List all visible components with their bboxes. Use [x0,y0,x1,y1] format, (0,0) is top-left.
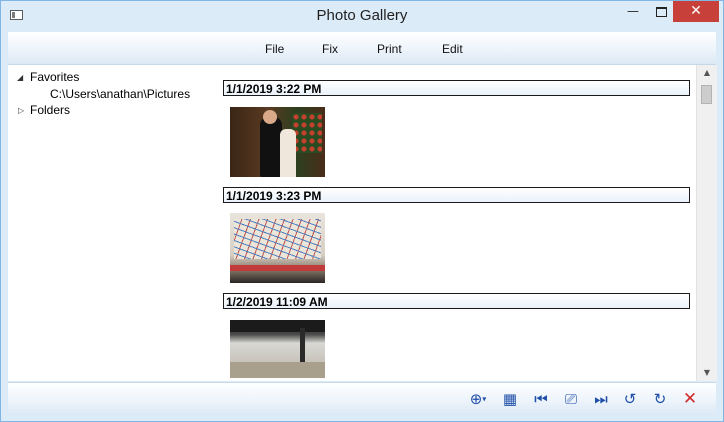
close-button[interactable]: ✕ [673,1,719,22]
minimize-button[interactable]: — [619,1,647,22]
photo-gallery-list: 1/1/2019 3:22 PM 1/1/2019 3:23 PM 1/2/20… [218,65,696,381]
photo-detail [230,362,325,378]
tree-item-favorites[interactable]: Favorites [30,70,79,84]
menu-file[interactable]: File [265,42,284,56]
photo-thumbnail[interactable] [230,213,325,283]
content-area: ◢ Favorites C:\Users\anathan\Pictures ▷ … [8,65,717,381]
menu-edit[interactable]: Edit [442,42,463,56]
photo-thumbnail[interactable] [230,320,325,378]
date-group-header: 1/1/2019 3:22 PM [223,80,690,96]
vertical-scrollbar[interactable]: ▲ ▼ [696,65,717,381]
photo-detail [292,113,322,153]
photo-thumbnail[interactable] [230,107,325,177]
menu-fix[interactable]: Fix [322,42,338,56]
menu-bar: File Fix Print Edit [8,32,716,65]
last-photo-icon[interactable]: ⏭ [590,388,612,410]
scroll-up-icon[interactable]: ▲ [697,65,717,81]
photo-detail [280,129,296,177]
scroll-down-icon[interactable]: ▼ [697,365,717,381]
photo-detail [263,110,277,124]
date-group-header: 1/2/2019 11:09 AM [223,293,690,309]
maximize-button[interactable] [647,1,675,22]
photo-detail [260,117,282,177]
photo-detail [300,328,305,362]
zoom-button[interactable]: ⊕▾ [463,388,493,410]
zoom-icon: ⊕ [469,390,483,408]
menu-print[interactable]: Print [377,42,402,56]
scroll-thumb[interactable] [701,85,712,104]
title-bar[interactable]: Photo Gallery — ✕ [1,1,723,31]
tree-item-pictures-path[interactable]: C:\Users\anathan\Pictures [50,87,190,101]
bottom-toolbar: ⊕▾ ▦ ⏮ ⎚ ⏭ ↺ ↻ ✕ [8,382,716,415]
first-photo-icon[interactable]: ⏮ [530,388,552,410]
date-group-header: 1/1/2019 3:23 PM [223,187,690,203]
folder-tree: ◢ Favorites C:\Users\anathan\Pictures ▷ … [8,65,218,381]
photo-detail [230,265,325,271]
rotate-left-icon[interactable]: ↺ [619,388,641,410]
grid-view-icon[interactable]: ▦ [499,388,521,410]
slideshow-icon[interactable]: ⎚ [560,388,582,410]
chevron-down-icon: ▾ [482,394,487,404]
delete-icon[interactable]: ✕ [679,388,701,410]
tree-item-folders[interactable]: Folders [30,103,70,117]
window-title: Photo Gallery [316,7,408,24]
photo-detail [230,320,325,332]
rotate-right-icon[interactable]: ↻ [649,388,671,410]
maximize-icon [655,6,667,17]
photo-detail [234,219,321,259]
photo-gallery-window: Photo Gallery — ✕ File Fix Print Edit ◢ … [0,0,724,422]
expand-arrow-icon[interactable]: ◢ [17,73,23,82]
collapse-arrow-icon[interactable]: ▷ [18,106,24,115]
